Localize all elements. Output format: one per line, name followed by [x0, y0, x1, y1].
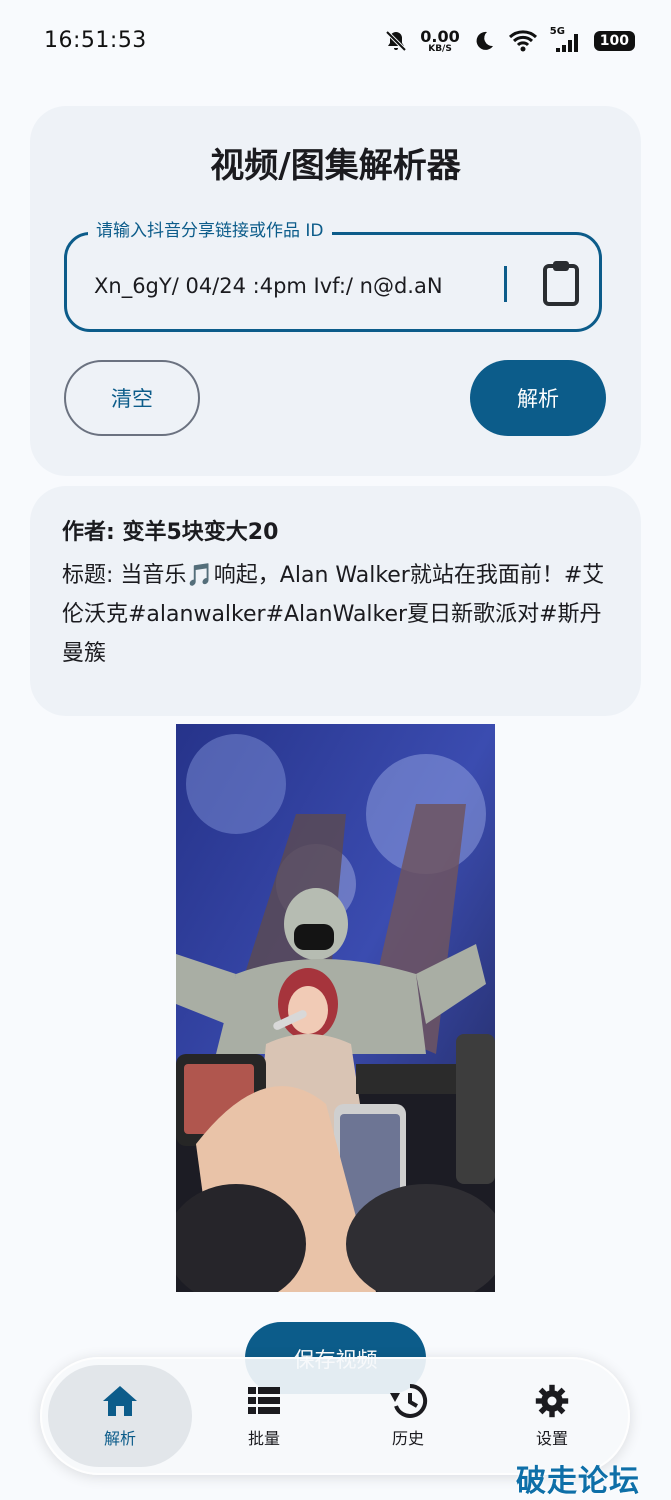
share-link-input-value[interactable]: Xn_6gY/ 04/24 :4pm Ivf:/ n@d.aN — [94, 266, 508, 306]
author-prefix: 作者: — [62, 520, 123, 545]
clipboard-icon — [536, 261, 586, 314]
cell-signal-icon: 5G — [550, 26, 582, 54]
text-caret — [504, 266, 507, 302]
list-icon — [244, 1383, 284, 1419]
nav-item-history[interactable]: 历史 — [336, 1365, 480, 1467]
battery-indicator: 100 — [593, 31, 635, 51]
mute-bell-icon — [384, 29, 408, 53]
forum-watermark: 破走论坛 — [516, 1464, 640, 1499]
nav-item-batch[interactable]: 批量 — [192, 1365, 336, 1467]
nav-label-batch: 批量 — [247, 1429, 280, 1448]
net-speed: 0.00 KB/S — [420, 26, 460, 54]
author-name: 变羊5块变大20 — [122, 520, 279, 545]
parse-button[interactable]: 解析 — [470, 360, 606, 436]
home-icon — [100, 1383, 140, 1419]
video-title: 标题: 当音乐🎵响起，Alan Walker就站在我面前！#艾伦沃克#alanw… — [62, 563, 605, 666]
page-title: 视频/图集解析器 — [210, 146, 461, 186]
status-time: 16:51:53 — [44, 28, 147, 53]
status-bar: 16:51:53 0.00 KB/S 5G 100 — [0, 0, 671, 82]
moon-icon — [472, 29, 496, 53]
nav-label-history: 历史 — [391, 1429, 424, 1448]
video-frame-image — [176, 724, 495, 1292]
app-screen: 16:51:53 0.00 KB/S 5G 100 视频/图集解析器 请输入抖音… — [0, 0, 671, 1500]
nav-label-parse: 解析 — [103, 1429, 136, 1448]
author-line: 作者: 变羊5块变大20 — [62, 514, 278, 546]
net-speed-value: 0.00 — [420, 26, 460, 46]
video-preview[interactable] — [176, 724, 495, 1292]
wifi-icon — [508, 29, 538, 53]
gear-icon — [532, 1383, 572, 1419]
nav-item-parse[interactable]: 解析 — [48, 1365, 192, 1467]
share-link-input-label: 请输入抖音分享链接或作品 ID — [88, 219, 332, 243]
clear-button[interactable]: 清空 — [64, 360, 200, 436]
status-icons: 0.00 KB/S 5G 100 — [384, 24, 635, 58]
nav-label-settings: 设置 — [535, 1429, 568, 1448]
nav-item-settings[interactable]: 设置 — [480, 1365, 624, 1467]
paste-button[interactable] — [536, 256, 586, 310]
net-speed-unit: KB/S — [428, 43, 452, 54]
history-icon — [388, 1383, 428, 1419]
